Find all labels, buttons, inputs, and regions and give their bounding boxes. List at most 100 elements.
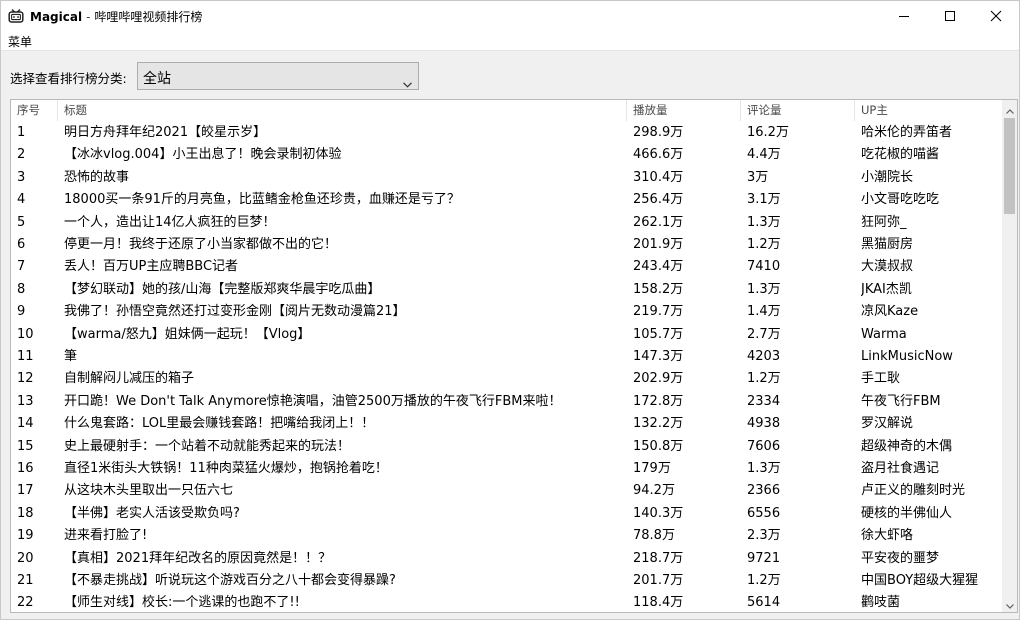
- row-comments: 7410: [747, 259, 781, 275]
- column-header-index[interactable]: 序号: [11, 100, 58, 121]
- table-row[interactable]: 1 明日方舟拜年纪2021【皎星示岁】 298.9万 16.2万 哈米伦的弄笛者: [11, 122, 1003, 144]
- row-index: 20: [17, 550, 34, 566]
- row-comments: 3万: [747, 169, 769, 185]
- scroll-up-button[interactable]: [1002, 100, 1017, 117]
- row-uploader: JKAI杰凯: [861, 281, 912, 297]
- row-index: 13: [17, 393, 34, 409]
- table-row[interactable]: 12 自制解闷儿减压的箱子 202.9万 1.2万 手工耿: [11, 368, 1003, 390]
- table-row[interactable]: 16 直径1米街头大铁锅！11种肉菜猛火爆炒，抱锅抢着吃！ 179万 1.3万 盗月社食…: [11, 458, 1003, 480]
- row-title: 开口跪！We Don't Talk Anymore惊艳演唱，油管2500万播放的…: [64, 393, 562, 409]
- row-index: 22: [17, 595, 34, 611]
- table-row[interactable]: 5 一个人，造出让14亿人疯狂的巨梦！ 262.1万 1.3万 狂阿弥_: [11, 212, 1003, 234]
- column-header-title[interactable]: 标题: [58, 100, 627, 121]
- row-index: 14: [17, 416, 34, 432]
- row-plays: 132.2万: [633, 416, 684, 432]
- maximize-button[interactable]: [927, 1, 973, 31]
- row-index: 17: [17, 483, 34, 499]
- row-comments: 7606: [747, 438, 781, 454]
- table-row[interactable]: 18 【半佛】老实人活该受欺负吗? 140.3万 6556 硬核的半佛仙人: [11, 503, 1003, 525]
- close-button[interactable]: [973, 1, 1019, 31]
- row-uploader: LinkMusicNow: [861, 349, 953, 364]
- row-index: 15: [17, 438, 34, 454]
- table-row[interactable]: 14 什么鬼套路：LOL里最会赚钱套路！把嘴给我闭上！！ 132.2万 4938 罗汉解…: [11, 413, 1003, 435]
- table-row[interactable]: 13 开口跪！We Don't Talk Anymore惊艳演唱，油管2500万播…: [11, 391, 1003, 413]
- table-row[interactable]: 6 停更一月！我终于还原了小当家都做不出的它！ 201.9万 1.2万 黑猫厨房: [11, 234, 1003, 256]
- minimize-button[interactable]: [881, 1, 927, 31]
- row-comments: 1.3万: [747, 214, 781, 230]
- row-plays: 147.3万: [633, 349, 684, 364]
- row-comments: 1.2万: [747, 371, 781, 387]
- row-uploader: 凉风Kaze: [861, 304, 919, 320]
- scroll-down-button[interactable]: [1002, 595, 1017, 612]
- scroll-up-arrow-icon: [1005, 100, 1014, 118]
- row-comments: 3.1万: [747, 192, 781, 208]
- table-row[interactable]: 3 恐怖的故事 310.4万 3万 小潮院长: [11, 167, 1003, 189]
- table-row[interactable]: 11 筆 147.3万 4203 LinkMusicNow: [11, 346, 1003, 368]
- ranking-list[interactable]: 序号 标题 播放量 评论量 UP主 1 明日方舟拜年纪2021【皎星示岁】 298.…: [10, 99, 1018, 613]
- table-row[interactable]: 21 【不暴走挑战】听说玩这个游戏百分之八十都会变得暴躁? 201.7万 1.2万 中国…: [11, 570, 1003, 592]
- row-title: 史上最硬射手：一个站着不动就能秀起来的玩法！: [64, 438, 351, 454]
- table-row[interactable]: 7 丢人！百万UP主应聘BBC记者 243.4万 7410 大漠叔叔: [11, 256, 1003, 278]
- table-row[interactable]: 9 我佛了！孙悟空竟然还打过变形金刚【阅片无数动漫篇21】 219.7万 1.4万 凉风…: [11, 301, 1003, 323]
- row-plays: 256.4万: [633, 192, 684, 208]
- row-title: 一个人，造出让14亿人疯狂的巨梦！: [64, 214, 276, 230]
- row-plays: 179万: [633, 461, 671, 476]
- table-row[interactable]: 2 【冰冰vlog.004】小王出息了！晚会录制初体验 466.6万 4.4万 吃花椒的…: [11, 144, 1003, 166]
- row-uploader: 午夜飞行FBM: [861, 393, 941, 409]
- table-row[interactable]: 17 从这块木头里取出一只伍六七 94.2万 2366 卢正义的雕刻时光: [11, 480, 1003, 502]
- row-uploader: Warma: [861, 326, 907, 342]
- column-header-uploader[interactable]: UP主: [855, 100, 1003, 121]
- row-index: 3: [17, 169, 26, 185]
- row-comments: 16.2万: [747, 125, 789, 140]
- row-comments: 1.3万: [747, 461, 781, 476]
- row-comments: 1.2万: [747, 573, 781, 588]
- row-index: 9: [17, 304, 26, 320]
- table-row[interactable]: 15 史上最硬射手：一个站着不动就能秀起来的玩法！ 150.8万 7606 超级神奇的木…: [11, 436, 1003, 458]
- row-uploader: 卢正义的雕刻时光: [861, 483, 966, 499]
- row-comments: 2366: [747, 483, 781, 499]
- column-header-plays[interactable]: 播放量: [627, 100, 741, 121]
- table-row[interactable]: 4 18000买一条91斤的月亮鱼，比蓝鳍金枪鱼还珍贵，血赚还是亏了？ 256.4万…: [11, 189, 1003, 211]
- row-comments: 4938: [747, 416, 781, 432]
- row-uploader: 徐大虾咯: [861, 528, 914, 544]
- row-comments: 2.3万: [747, 528, 781, 544]
- row-index: 8: [17, 281, 26, 297]
- row-title: 【真相】2021拜年纪改名的原因竟然是！！？: [64, 550, 332, 566]
- row-uploader: 罗汉解说: [861, 416, 914, 432]
- column-header-comments[interactable]: 评论量: [741, 100, 855, 121]
- table-row[interactable]: 8 【梦幻联动】她的孩/山海【完整版郑爽华晨宇吃瓜曲】 158.2万 1.3万 JKAI…: [11, 279, 1003, 301]
- row-title: 【warma/怒九】姐妹俩一起玩！【Vlog】: [64, 326, 311, 342]
- row-plays: 310.4万: [633, 169, 684, 185]
- menu-bar: 菜单: [1, 31, 1019, 51]
- list-header: 序号 标题 播放量 评论量 UP主: [11, 100, 1003, 121]
- row-title: 18000买一条91斤的月亮鱼，比蓝鳍金枪鱼还珍贵，血赚还是亏了？: [64, 192, 460, 208]
- row-plays: 201.7万: [633, 573, 684, 588]
- row-index: 18: [17, 505, 34, 521]
- row-title: 从这块木头里取出一只伍六七: [64, 483, 234, 499]
- menu-item-menu[interactable]: 菜单: [8, 33, 32, 50]
- row-index: 4: [17, 192, 26, 208]
- row-index: 10: [17, 326, 34, 342]
- row-comments: 6556: [747, 505, 781, 521]
- row-comments: 4.4万: [747, 147, 781, 163]
- category-label: 选择查看排行榜分类:: [10, 71, 127, 86]
- row-comments: 1.3万: [747, 281, 781, 297]
- category-dropdown[interactable]: 全站: [137, 62, 419, 90]
- row-index: 16: [17, 461, 34, 476]
- table-row[interactable]: 10 【warma/怒九】姐妹俩一起玩！【Vlog】 105.7万 2.7万 Warma: [11, 324, 1003, 346]
- table-row[interactable]: 20 【真相】2021拜年纪改名的原因竟然是！！？ 218.7万 9721 平安夜的噩梦: [11, 548, 1003, 570]
- table-row[interactable]: 22 【师生对线】校长:一个逃课的也跑不了!! 118.4万 5614 鹳吱菌: [11, 592, 1003, 612]
- vertical-scrollbar[interactable]: [1002, 100, 1017, 612]
- title-bar[interactable]: Magical - 哔哩哔哩视频排行榜: [1, 1, 1019, 31]
- window-controls: [881, 1, 1019, 31]
- scrollbar-thumb[interactable]: [1004, 118, 1015, 214]
- row-uploader: 硬核的半佛仙人: [861, 505, 953, 521]
- row-plays: 140.3万: [633, 505, 684, 521]
- row-uploader: 鹳吱菌: [861, 595, 901, 611]
- title-separator: -: [86, 9, 91, 24]
- table-row[interactable]: 19 进来看打脸了! 78.8万 2.3万 徐大虾咯: [11, 525, 1003, 547]
- row-title: 筆: [64, 349, 78, 364]
- row-index: 11: [17, 349, 34, 364]
- row-uploader: 盗月社食遇记: [861, 461, 940, 476]
- row-uploader: 哈米伦的弄笛者: [861, 125, 953, 140]
